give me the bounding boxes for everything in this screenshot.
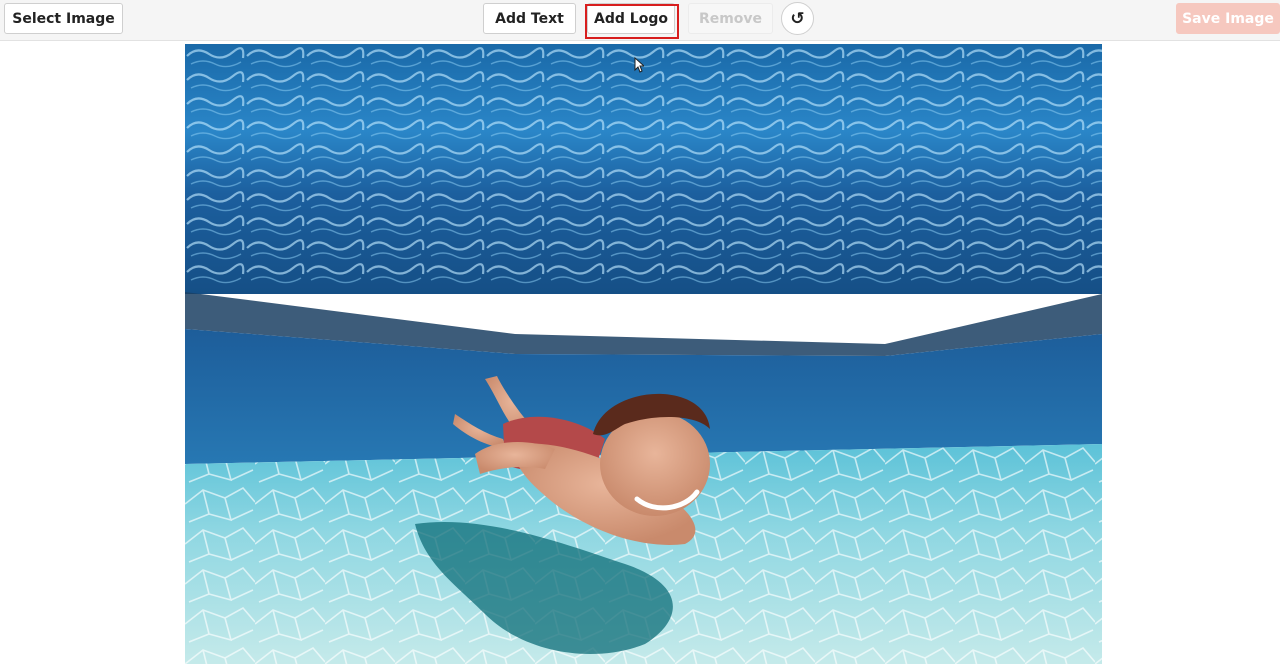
save-image-button[interactable]: Save Image [1176, 3, 1280, 34]
remove-button[interactable]: Remove [688, 3, 773, 34]
reset-button[interactable]: ↺ [781, 2, 814, 35]
rotate-ccw-icon: ↺ [790, 8, 805, 29]
add-text-button[interactable]: Add Text [483, 3, 576, 34]
add-logo-button[interactable]: Add Logo [587, 3, 675, 34]
underwater-swimmer-photo [185, 44, 1102, 664]
mouse-cursor-icon [634, 57, 644, 73]
select-image-button[interactable]: Select Image [4, 3, 123, 34]
editor-toolbar: Select Image Add Text Add Logo Remove ↺ … [0, 0, 1280, 41]
image-canvas[interactable] [185, 44, 1102, 664]
